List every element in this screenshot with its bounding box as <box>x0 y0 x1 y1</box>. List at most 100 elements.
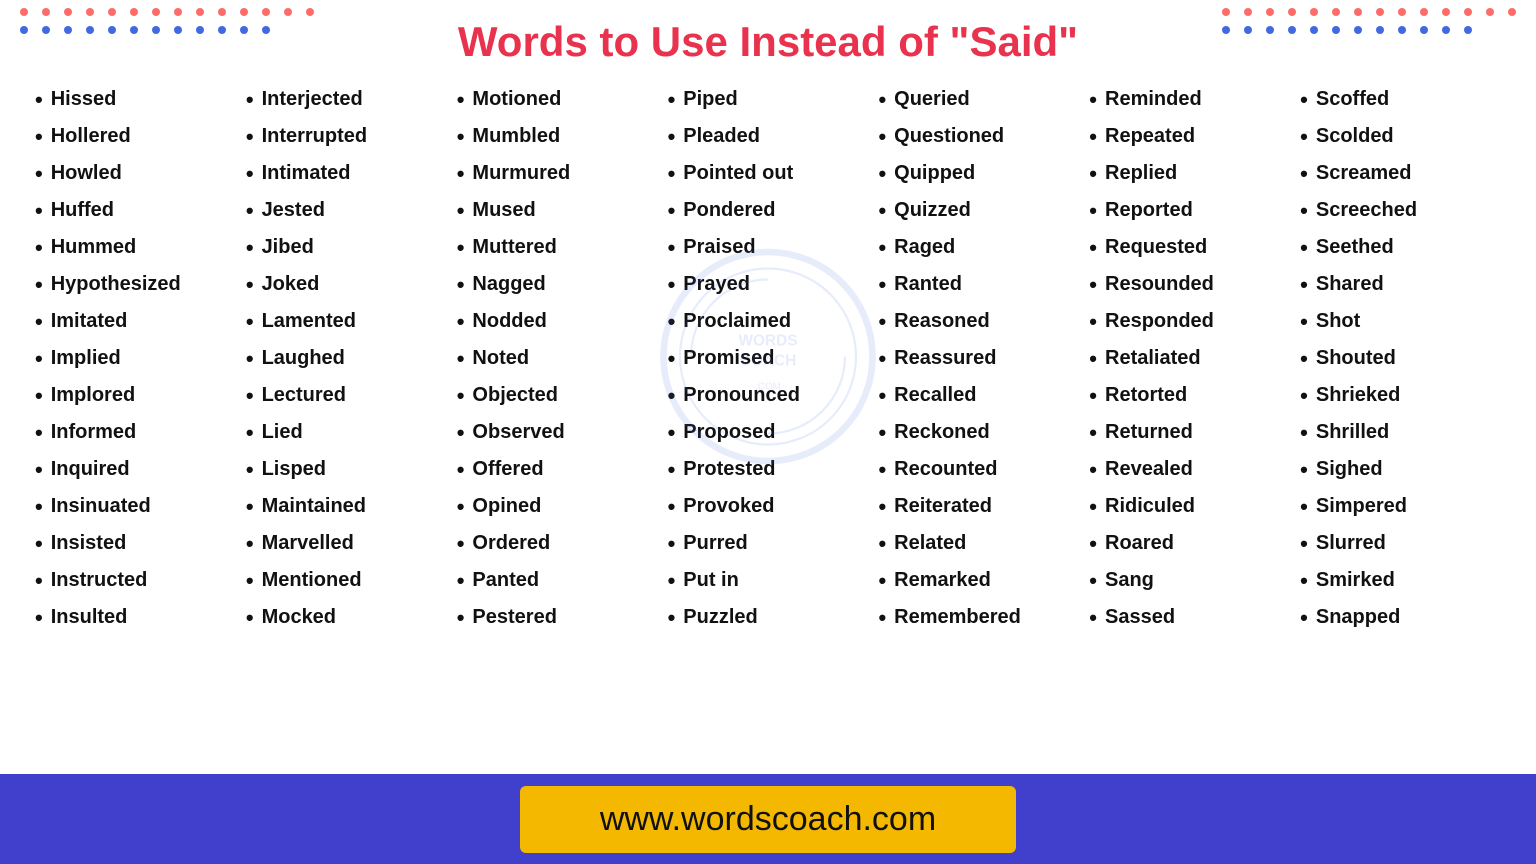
list-item: Instructed <box>35 562 236 599</box>
list-item: Piped <box>668 81 869 118</box>
page-title: Words to Use Instead of "Said" <box>0 18 1536 66</box>
column-3: MotionedMumbledMurmuredMusedMutteredNagg… <box>452 81 663 636</box>
list-item: Promised <box>668 340 869 377</box>
list-item: Recounted <box>878 451 1079 488</box>
list-item: Requested <box>1089 229 1290 266</box>
footer-url: www.wordscoach.com <box>600 800 936 838</box>
list-item: Returned <box>1089 414 1290 451</box>
list-item: Queried <box>878 81 1079 118</box>
list-item: Mused <box>457 192 658 229</box>
list-item: Protested <box>668 451 869 488</box>
list-item: Pondered <box>668 192 869 229</box>
list-item: Praised <box>668 229 869 266</box>
list-item: Informed <box>35 414 236 451</box>
list-item: Insinuated <box>35 488 236 525</box>
list-item: Sassed <box>1089 599 1290 636</box>
list-item: Retorted <box>1089 377 1290 414</box>
list-item: Puzzled <box>668 599 869 636</box>
list-item: Scoffed <box>1300 81 1501 118</box>
list-item: Questioned <box>878 118 1079 155</box>
list-item: Quizzed <box>878 192 1079 229</box>
list-item: Muttered <box>457 229 658 266</box>
list-item: Reckoned <box>878 414 1079 451</box>
list-item: Reasoned <box>878 303 1079 340</box>
list-item: Pronounced <box>668 377 869 414</box>
footer: www.wordscoach.com <box>0 774 1536 864</box>
list-item: Opined <box>457 488 658 525</box>
list-item: Reassured <box>878 340 1079 377</box>
list-item: Simpered <box>1300 488 1501 525</box>
list-item: Interrupted <box>246 118 447 155</box>
column-7: ScoffedScoldedScreamedScreechedSeethedSh… <box>1295 81 1506 636</box>
list-item: Hypothesized <box>35 266 236 303</box>
page-header: Words to Use Instead of "Said" <box>0 0 1536 76</box>
list-item: Provoked <box>668 488 869 525</box>
list-item: Hissed <box>35 81 236 118</box>
column-5: QueriedQuestionedQuippedQuizzedRagedRant… <box>873 81 1084 636</box>
list-item: Objected <box>457 377 658 414</box>
list-item: Replied <box>1089 155 1290 192</box>
list-item: Scolded <box>1300 118 1501 155</box>
list-item: Ridiculed <box>1089 488 1290 525</box>
list-item: Purred <box>668 525 869 562</box>
list-item: Sighed <box>1300 451 1501 488</box>
list-item: Ordered <box>457 525 658 562</box>
list-item: Proclaimed <box>668 303 869 340</box>
list-item: Lisped <box>246 451 447 488</box>
list-item: Mentioned <box>246 562 447 599</box>
list-item: Mumbled <box>457 118 658 155</box>
list-item: Screamed <box>1300 155 1501 192</box>
list-item: Shouted <box>1300 340 1501 377</box>
list-item: Resounded <box>1089 266 1290 303</box>
list-item: Maintained <box>246 488 447 525</box>
list-item: Shrilled <box>1300 414 1501 451</box>
list-item: Quipped <box>878 155 1079 192</box>
list-item: Lied <box>246 414 447 451</box>
words-section: WORDS COACH .COM HissedHolleredHowledHuf… <box>0 76 1536 641</box>
list-item: Slurred <box>1300 525 1501 562</box>
list-item: Nodded <box>457 303 658 340</box>
list-item: Marvelled <box>246 525 447 562</box>
list-item: Pestered <box>457 599 658 636</box>
list-item: Insisted <box>35 525 236 562</box>
list-item: Howled <box>35 155 236 192</box>
list-item: Smirked <box>1300 562 1501 599</box>
list-item: Proposed <box>668 414 869 451</box>
list-item: Inquired <box>35 451 236 488</box>
list-item: Implored <box>35 377 236 414</box>
list-item: Seethed <box>1300 229 1501 266</box>
list-item: Remarked <box>878 562 1079 599</box>
list-item: Related <box>878 525 1079 562</box>
list-item: Implied <box>35 340 236 377</box>
list-item: Shared <box>1300 266 1501 303</box>
list-item: Retaliated <box>1089 340 1290 377</box>
list-item: Recalled <box>878 377 1079 414</box>
list-item: Shot <box>1300 303 1501 340</box>
list-item: Lectured <box>246 377 447 414</box>
list-item: Offered <box>457 451 658 488</box>
list-item: Motioned <box>457 81 658 118</box>
list-item: Pleaded <box>668 118 869 155</box>
column-2: InterjectedInterruptedIntimatedJestedJib… <box>241 81 452 636</box>
list-item: Joked <box>246 266 447 303</box>
list-item: Intimated <box>246 155 447 192</box>
list-item: Responded <box>1089 303 1290 340</box>
list-item: Reminded <box>1089 81 1290 118</box>
list-item: Raged <box>878 229 1079 266</box>
footer-badge: www.wordscoach.com <box>520 786 1016 853</box>
list-item: Insulted <box>35 599 236 636</box>
list-item: Noted <box>457 340 658 377</box>
list-item: Pointed out <box>668 155 869 192</box>
list-item: Observed <box>457 414 658 451</box>
list-item: Remembered <box>878 599 1079 636</box>
list-item: Revealed <box>1089 451 1290 488</box>
list-item: Huffed <box>35 192 236 229</box>
list-item: Shrieked <box>1300 377 1501 414</box>
list-item: Murmured <box>457 155 658 192</box>
column-4: PipedPleadedPointed outPonderedPraised Pr… <box>663 81 874 636</box>
list-item: Nagged <box>457 266 658 303</box>
list-item: Hummed <box>35 229 236 266</box>
list-item: Lamented <box>246 303 447 340</box>
list-item: Sang <box>1089 562 1290 599</box>
list-item: Roared <box>1089 525 1290 562</box>
